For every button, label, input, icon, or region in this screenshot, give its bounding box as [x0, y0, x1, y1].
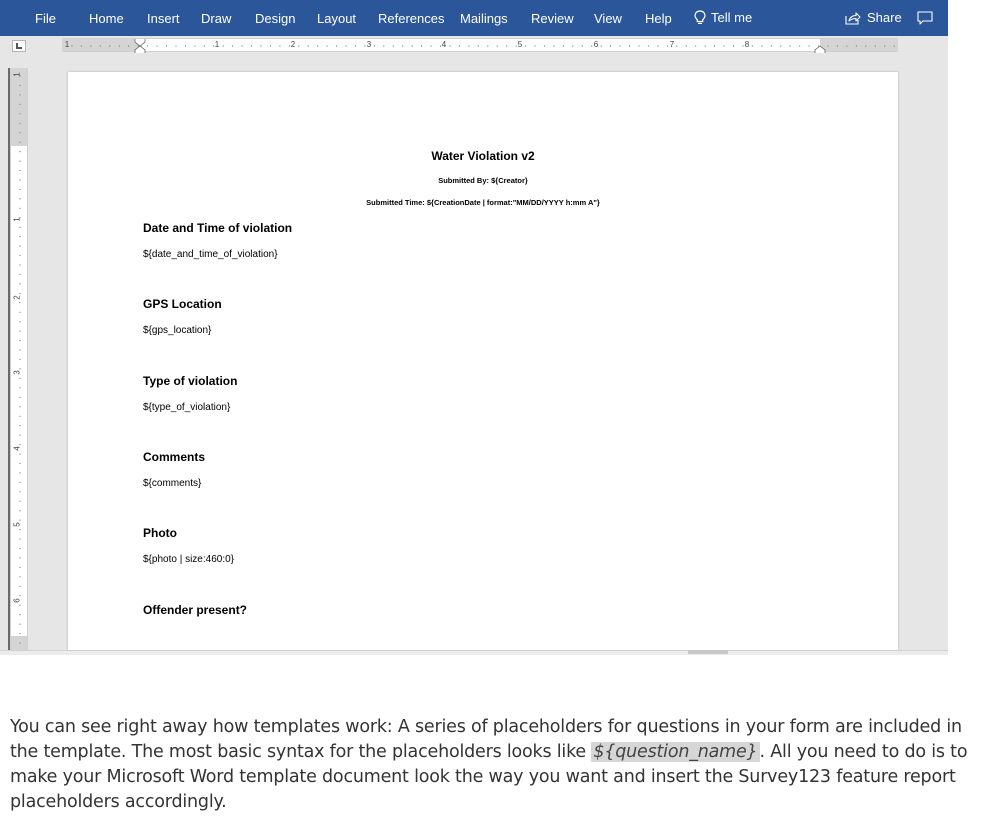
hanging-indent-marker	[134, 45, 146, 53]
ruler-number: 3	[12, 370, 22, 375]
ruler-number: 1	[12, 72, 22, 77]
field-placeholder-comments: ${comments}	[143, 478, 202, 489]
ruler-number: 4	[441, 40, 447, 49]
tab-home[interactable]: Home	[89, 11, 124, 26]
horizontal-ruler[interactable]: 1 1 2 3 4 5 6 7 8	[62, 38, 898, 53]
submitted-by-line: Submitted By: ${Creator}	[438, 176, 528, 185]
ruler-number: 6	[12, 598, 22, 603]
document-title: Water Violation v2	[431, 149, 535, 163]
ruler-ticks	[71, 39, 895, 53]
vertical-ruler-ticks	[19, 75, 21, 644]
share-icon	[845, 11, 861, 25]
field-heading-comments: Comments	[143, 450, 206, 464]
document-page[interactable]: Water Violation v2 Submitted By: ${Creat…	[68, 72, 898, 655]
share-label: Share	[867, 10, 902, 25]
article-paragraph: You can see right away how templates wor…	[10, 715, 995, 815]
ruler-number: 5	[12, 522, 22, 527]
vertical-ruler[interactable]: 1 1 2 3 4 5 6	[10, 68, 28, 650]
tab-review[interactable]: Review	[531, 11, 574, 26]
field-heading-offender: Offender present?	[143, 603, 248, 617]
tab-design[interactable]: Design	[255, 11, 295, 26]
right-indent-marker	[814, 45, 826, 53]
tab-references[interactable]: References	[378, 11, 444, 26]
inline-code-placeholder: ${question_name}	[591, 742, 760, 762]
tab-selector[interactable]	[12, 40, 26, 52]
field-placeholder-photo: ${photo | size:460:0}	[143, 554, 235, 565]
ruler-number: 3	[366, 40, 372, 49]
tab-file[interactable]: File	[35, 11, 56, 26]
field-placeholder-type: ${type_of_violation}	[143, 402, 231, 413]
ruler-number: 1	[12, 217, 22, 222]
tell-me-search[interactable]: Tell me	[694, 10, 752, 25]
window-bottom-edge	[0, 650, 948, 655]
ruler-number: 8	[744, 40, 750, 49]
tab-insert[interactable]: Insert	[147, 11, 180, 26]
ruler-number: 5	[517, 40, 523, 49]
ruler-number: 2	[290, 40, 296, 49]
field-placeholder-gps: ${gps_location}	[143, 325, 212, 336]
field-heading-photo: Photo	[143, 526, 177, 540]
field-placeholder-date-time: ${date_and_time_of_violation}	[143, 249, 278, 260]
tab-mailings[interactable]: Mailings	[460, 11, 508, 26]
word-window: File Home Insert Draw Design Layout Refe…	[0, 0, 948, 655]
tab-layout[interactable]: Layout	[317, 11, 356, 26]
comment-icon[interactable]	[917, 11, 933, 25]
ruler-number: 6	[593, 40, 599, 49]
ruler-number: 1	[64, 40, 70, 49]
horizontal-scrollbar-thumb[interactable]	[688, 650, 728, 654]
tab-view[interactable]: View	[594, 11, 622, 26]
field-heading-gps: GPS Location	[143, 297, 222, 311]
ruler-number: 1	[214, 40, 220, 49]
ruler-number: 4	[12, 446, 22, 451]
ruler-number: 7	[669, 40, 675, 49]
field-heading-date-time: Date and Time of violation	[143, 221, 293, 235]
field-heading-type: Type of violation	[143, 374, 238, 388]
tab-help[interactable]: Help	[645, 11, 672, 26]
first-line-indent-marker	[134, 39, 146, 47]
share-button[interactable]: Share	[845, 10, 902, 25]
tell-me-label: Tell me	[711, 10, 753, 25]
ribbon-tab-bar: File Home Insert Draw Design Layout Refe…	[0, 0, 948, 36]
submitted-time-line: Submitted Time: ${CreationDate | format:…	[366, 198, 600, 207]
tab-draw[interactable]: Draw	[201, 11, 231, 26]
ruler-number: 2	[12, 295, 22, 300]
lightbulb-icon	[694, 10, 706, 24]
